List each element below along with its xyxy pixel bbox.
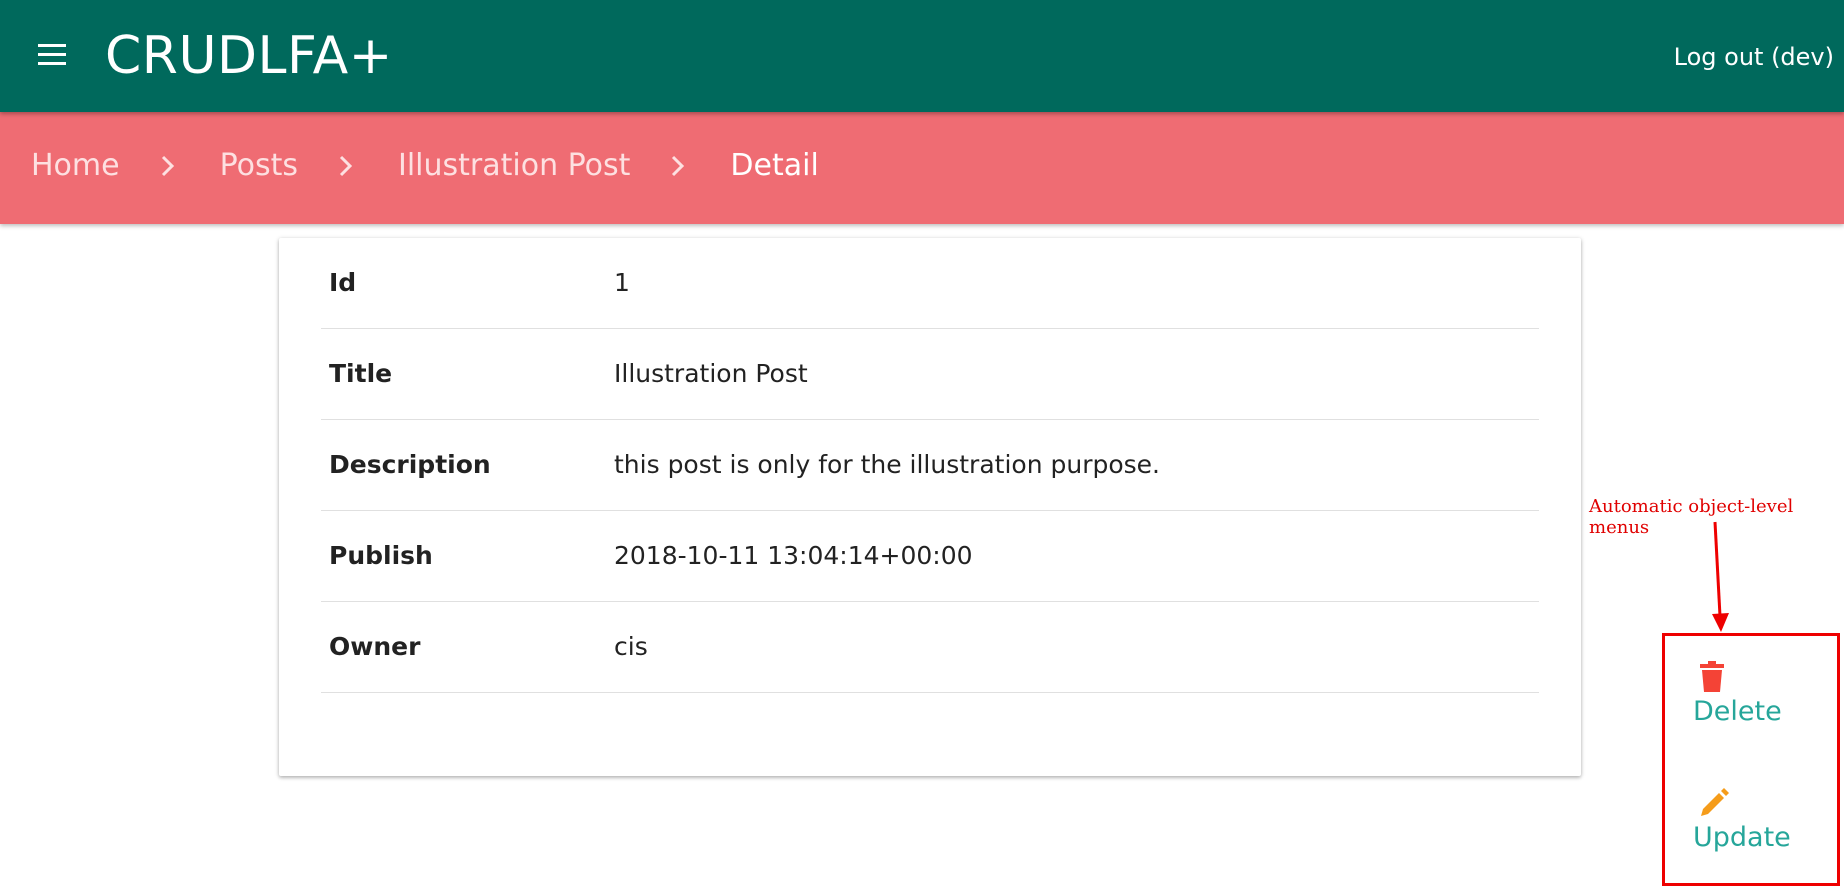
chevron-right-icon xyxy=(328,151,368,181)
detail-value: cis xyxy=(614,632,648,661)
chevron-right-icon xyxy=(660,151,700,181)
breadcrumb-bar: Home Posts Illustration Post Detail xyxy=(0,112,1844,224)
logout-link[interactable]: Log out (dev) xyxy=(1674,43,1834,71)
detail-value: Illustration Post xyxy=(614,359,808,388)
detail-label: Id xyxy=(329,268,357,297)
detail-row-description: Description this post is only for the il… xyxy=(321,420,1539,511)
breadcrumb: Home Posts Illustration Post Detail xyxy=(31,148,819,183)
update-label: Update xyxy=(1693,822,1791,853)
detail-label: Description xyxy=(329,450,491,479)
app-bar: CRUDLFA+ Log out (dev) xyxy=(0,0,1844,112)
delete-label: Delete xyxy=(1693,696,1782,727)
detail-row-title: Title Illustration Post xyxy=(321,329,1539,420)
detail-value: this post is only for the illustration p… xyxy=(614,450,1160,479)
object-actions-menu: Delete Update xyxy=(1662,633,1840,886)
breadcrumb-current: Detail xyxy=(730,148,819,183)
detail-label: Owner xyxy=(329,632,421,661)
breadcrumb-post[interactable]: Illustration Post xyxy=(398,148,630,183)
trash-icon xyxy=(1700,661,1724,692)
detail-label: Title xyxy=(329,359,393,388)
breadcrumb-home[interactable]: Home xyxy=(31,148,120,183)
detail-value: 2018-10-11 13:04:14+00:00 xyxy=(614,541,973,570)
app-title[interactable]: CRUDLFA+ xyxy=(105,26,393,86)
update-button[interactable]: Update xyxy=(1693,786,1791,853)
detail-value: 1 xyxy=(614,268,630,297)
chevron-right-icon xyxy=(150,151,190,181)
detail-row-publish: Publish 2018-10-11 13:04:14+00:00 xyxy=(321,511,1539,602)
hamburger-menu-icon[interactable] xyxy=(36,44,68,68)
pencil-icon xyxy=(1701,788,1729,816)
breadcrumb-posts[interactable]: Posts xyxy=(220,148,298,183)
annotation-label: Automatic object-level menus xyxy=(1589,496,1794,538)
delete-button[interactable]: Delete xyxy=(1693,660,1782,727)
detail-row-id: Id 1 xyxy=(321,238,1539,329)
detail-row-owner: Owner cis xyxy=(321,602,1539,693)
detail-card: Id 1 Title Illustration Post Description… xyxy=(279,238,1581,776)
detail-label: Publish xyxy=(329,541,433,570)
